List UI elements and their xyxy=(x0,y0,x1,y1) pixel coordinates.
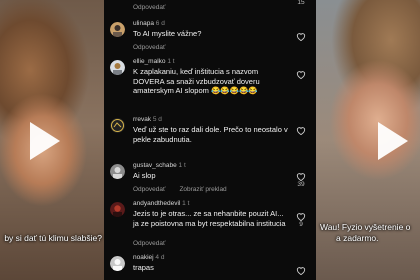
like-button[interactable] xyxy=(294,126,308,135)
comment-age: 6 d xyxy=(155,20,165,27)
comment-author[interactable]: noakiej 4 d xyxy=(133,254,164,262)
like-button[interactable]: 9 xyxy=(294,212,308,229)
comment-item: ellie_malko 1 t K zaplakaniu, keď inštit… xyxy=(104,58,316,108)
like-button[interactable] xyxy=(294,32,308,41)
avatar[interactable] xyxy=(110,22,125,37)
heart-outline-icon xyxy=(296,213,306,221)
avatar[interactable] xyxy=(110,164,125,179)
caption-line: Wau! Fyzio vyšetrenie o xyxy=(320,222,411,232)
right-video-panel[interactable]: Wau! Fyzio vyšetrenie o a zadarmo. xyxy=(316,0,420,280)
play-icon[interactable] xyxy=(22,120,64,162)
like-button[interactable] xyxy=(294,70,308,79)
reply-button[interactable]: Odpovedať xyxy=(133,44,165,52)
comment-age: 1 t xyxy=(167,58,175,65)
avatar[interactable] xyxy=(110,202,125,217)
caption-line: a zadarmo. xyxy=(336,233,379,243)
username-text[interactable]: rrevak xyxy=(133,116,151,123)
comment-author[interactable]: gustav_schabe 1 t xyxy=(133,162,186,170)
heart-outline-icon xyxy=(296,71,306,79)
like-button[interactable]: 39 xyxy=(294,172,308,189)
username-text[interactable]: ellie_malko xyxy=(133,58,166,65)
comment-text: K zaplakaniu, keď inštitucia s nazvom DO… xyxy=(133,67,260,95)
comments-panel[interactable]: Odpovedať 15 ulinapa 6 d To AI myslite v… xyxy=(104,0,316,280)
reply-button[interactable]: Odpovedať xyxy=(133,186,165,193)
heart-outline-icon xyxy=(296,267,306,275)
right-video-caption: Wau! Fyzio vyšetrenie o a zadarmo. xyxy=(320,222,410,244)
comment-text: Ai slop xyxy=(133,171,156,180)
comment-age: 4 d xyxy=(155,254,165,261)
play-icon[interactable] xyxy=(370,120,412,162)
like-button[interactable] xyxy=(294,266,308,275)
comment-author[interactable]: ellie_malko 1 t xyxy=(133,58,175,66)
reply-button[interactable]: Odpovedať xyxy=(133,240,165,248)
reply-button[interactable]: Odpovedať xyxy=(133,4,165,12)
comment-author[interactable]: andyandthedevil 1 t xyxy=(133,200,189,208)
comment-item: ulinapa 6 d To AI myslite vážne? Odpoved… xyxy=(104,20,316,54)
comment-item: rrevak 5 d Veď už ste to raz dali dole. … xyxy=(104,116,316,156)
comment-age: 1 t xyxy=(178,162,186,169)
avatar[interactable] xyxy=(110,60,125,75)
avatar[interactable] xyxy=(110,256,125,271)
heart-outline-icon xyxy=(296,127,306,135)
username-text[interactable]: ulinapa xyxy=(133,20,154,27)
comment-text: To AI myslite vážne? xyxy=(133,29,202,38)
comment-item: andyandthedevil 1 t Jezis to je otras...… xyxy=(104,200,316,250)
comment-text: Veď už ste to raz dali dole. Prečo to ne… xyxy=(133,125,288,144)
like-count: 9 xyxy=(299,221,303,228)
comment-text: trapas xyxy=(133,263,154,272)
comment-text: Jezis to je otras... ze sa nehanbite pou… xyxy=(133,209,286,228)
left-video-caption: by si dať tú klimu slabšie? xyxy=(4,233,102,243)
username-text[interactable]: andyandthedevil xyxy=(133,200,180,207)
comment-item: noakiej 4 d trapas xyxy=(104,254,316,280)
translate-button[interactable]: Zobraziť preklad xyxy=(179,186,226,193)
left-video-panel[interactable]: by si dať tú klimu slabšie? xyxy=(0,0,104,280)
comment-actions: Odpovedať Zobraziť preklad xyxy=(133,186,227,194)
reels-screen: by si dať tú klimu slabšie? Odpovedať 15… xyxy=(0,0,420,280)
avatar[interactable] xyxy=(110,118,125,133)
like-count: 39 xyxy=(297,181,305,188)
comment-author[interactable]: rrevak 5 d xyxy=(133,116,162,124)
comment-age: 5 d xyxy=(152,116,162,123)
comment-item: gustav_schabe 1 t Ai slop Odpovedať Zobra… xyxy=(104,162,316,198)
username-text[interactable]: noakiej xyxy=(133,254,154,261)
heart-outline-icon xyxy=(296,173,306,181)
like-button[interactable]: 15 xyxy=(294,0,308,7)
comment-age: 1 t xyxy=(182,200,190,207)
like-count: 15 xyxy=(297,0,305,6)
heart-outline-icon xyxy=(296,33,306,41)
comment-author[interactable]: ulinapa 6 d xyxy=(133,20,165,28)
username-text[interactable]: gustav_schabe xyxy=(133,162,177,169)
